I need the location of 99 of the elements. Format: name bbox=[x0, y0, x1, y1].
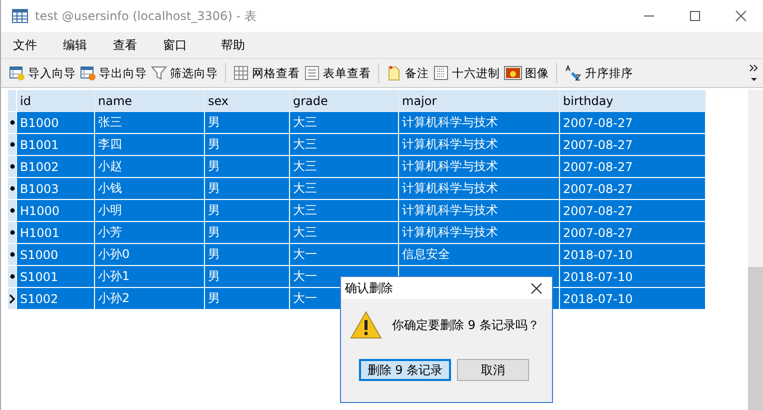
table-cell: 信息安全 bbox=[399, 244, 560, 266]
table-cell: 大三 bbox=[290, 200, 399, 222]
table-icon bbox=[80, 65, 96, 81]
table-cell: 计算机科学与技术 bbox=[399, 156, 560, 178]
table-cell: 大三 bbox=[290, 222, 399, 244]
table-cell: 小孙2 bbox=[95, 288, 205, 310]
table-cell: 男 bbox=[205, 244, 290, 266]
menu-item[interactable]: 帮助 bbox=[219, 36, 247, 54]
table-cell: 男 bbox=[205, 200, 290, 222]
table-cell: S1000 bbox=[17, 244, 95, 266]
column-header[interactable]: grade bbox=[290, 90, 399, 112]
table-cell: 2007-08-27 bbox=[560, 112, 706, 134]
table-cell: 男 bbox=[205, 178, 290, 200]
table-cell: 大三 bbox=[290, 112, 399, 134]
table-cell: B1003 bbox=[17, 178, 95, 200]
toolbar-button[interactable]: 筛选向导 bbox=[151, 65, 222, 81]
table-cell: S1001 bbox=[17, 266, 95, 288]
row-header[interactable] bbox=[8, 178, 17, 200]
table-cell: 小孙1 bbox=[95, 266, 205, 288]
row-header[interactable] bbox=[8, 266, 17, 288]
toolbar-button[interactable]: 十六进制 bbox=[433, 65, 504, 81]
table-cell: 李四 bbox=[95, 134, 205, 156]
table-cell: 大三 bbox=[290, 156, 399, 178]
table-cell: B1001 bbox=[17, 134, 95, 156]
row-header[interactable] bbox=[8, 112, 17, 134]
table-cell: S1002 bbox=[17, 288, 95, 310]
column-header[interactable]: id bbox=[17, 90, 95, 112]
table-cell: 大一 bbox=[290, 244, 399, 266]
row-header[interactable] bbox=[8, 156, 17, 178]
table-cell: 男 bbox=[205, 112, 290, 134]
toolbar-button[interactable]: 图像 bbox=[504, 66, 553, 80]
toolbar-button[interactable]: 升序排序 bbox=[564, 65, 637, 81]
table-cell: 2007-08-27 bbox=[560, 222, 706, 244]
row-header[interactable] bbox=[8, 288, 17, 310]
toolbar-button[interactable]: 网格查看 bbox=[233, 65, 304, 81]
table-cell: 计算机科学与技术 bbox=[399, 134, 560, 156]
toolbar-button[interactable]: 导出向导 bbox=[80, 65, 151, 81]
column-header[interactable]: name bbox=[95, 90, 205, 112]
row-header[interactable] bbox=[8, 244, 17, 266]
table-cell: 2007-08-27 bbox=[560, 134, 706, 156]
scrollbar-thumb[interactable] bbox=[748, 267, 763, 410]
menu-item[interactable]: 文件 bbox=[11, 36, 39, 54]
dialog-button[interactable]: 删除 9 条记录 bbox=[359, 359, 451, 381]
sort-icon bbox=[564, 65, 582, 81]
row-header[interactable] bbox=[8, 222, 17, 244]
table-cell: H1001 bbox=[17, 222, 95, 244]
table-cell: 2018-07-10 bbox=[560, 244, 706, 266]
window-title: test @usersinfo (localhost_3306) - 表 bbox=[35, 8, 256, 24]
column-header[interactable]: birthday bbox=[560, 90, 706, 112]
table-cell: 计算机科学与技术 bbox=[399, 178, 560, 200]
toolbar-button[interactable]: 表单查看 bbox=[304, 65, 375, 81]
table-cell: 男 bbox=[205, 222, 290, 244]
table-cell: 计算机科学与技术 bbox=[399, 222, 560, 244]
toolbar-button[interactable]: 导入向导 bbox=[9, 65, 80, 81]
table-cell: H1000 bbox=[17, 200, 95, 222]
table-cell: 小赵 bbox=[95, 156, 205, 178]
note-icon bbox=[386, 65, 402, 81]
table-cell: 计算机科学与技术 bbox=[399, 112, 560, 134]
table-cell: 小芳 bbox=[95, 222, 205, 244]
table-cell: 计算机科学与技术 bbox=[399, 200, 560, 222]
table-cell: 2007-08-27 bbox=[560, 200, 706, 222]
menu-item[interactable]: 查看 bbox=[111, 36, 139, 54]
table-cell: 大三 bbox=[290, 134, 399, 156]
table-cell: 男 bbox=[205, 266, 290, 288]
table-cell: 2018-07-10 bbox=[560, 288, 706, 310]
form-icon bbox=[304, 65, 320, 81]
table-cell: 2007-08-27 bbox=[560, 156, 706, 178]
menu-item[interactable]: 窗口 bbox=[161, 36, 189, 54]
table-cell: 小明 bbox=[95, 200, 205, 222]
dialog-message: 你确定要删除 9 条记录吗？ bbox=[392, 316, 540, 334]
table-cell: 大三 bbox=[290, 178, 399, 200]
table-cell: 2018-07-10 bbox=[560, 266, 706, 288]
table-cell: 2007-08-27 bbox=[560, 178, 706, 200]
table-cell: 小钱 bbox=[95, 178, 205, 200]
close-icon[interactable] bbox=[735, 10, 747, 22]
grid-icon bbox=[233, 65, 249, 81]
menu-item[interactable]: 编辑 bbox=[61, 36, 89, 54]
table-icon bbox=[12, 9, 28, 23]
column-header[interactable]: major bbox=[399, 90, 560, 112]
table-cell: 男 bbox=[205, 156, 290, 178]
image-icon bbox=[504, 66, 522, 80]
table-cell: 张三 bbox=[95, 112, 205, 134]
table-cell: 小孙0 bbox=[95, 244, 205, 266]
warning-icon bbox=[350, 311, 382, 339]
table-cell: 男 bbox=[205, 134, 290, 156]
row-header[interactable] bbox=[8, 134, 17, 156]
column-header[interactable]: sex bbox=[205, 90, 290, 112]
dialog-button[interactable]: 取消 bbox=[457, 359, 529, 381]
filter-icon bbox=[151, 65, 167, 81]
row-header[interactable] bbox=[8, 200, 17, 222]
close-icon[interactable] bbox=[531, 282, 542, 294]
maximize-icon[interactable] bbox=[689, 10, 701, 22]
hex-grid-icon bbox=[433, 65, 449, 81]
table-cell: B1000 bbox=[17, 112, 95, 134]
table-icon bbox=[9, 65, 25, 81]
overflow-icon[interactable] bbox=[749, 62, 759, 84]
table-cell: 男 bbox=[205, 288, 290, 310]
toolbar-button[interactable]: 备注 bbox=[386, 65, 433, 81]
table-cell: B1002 bbox=[17, 156, 95, 178]
